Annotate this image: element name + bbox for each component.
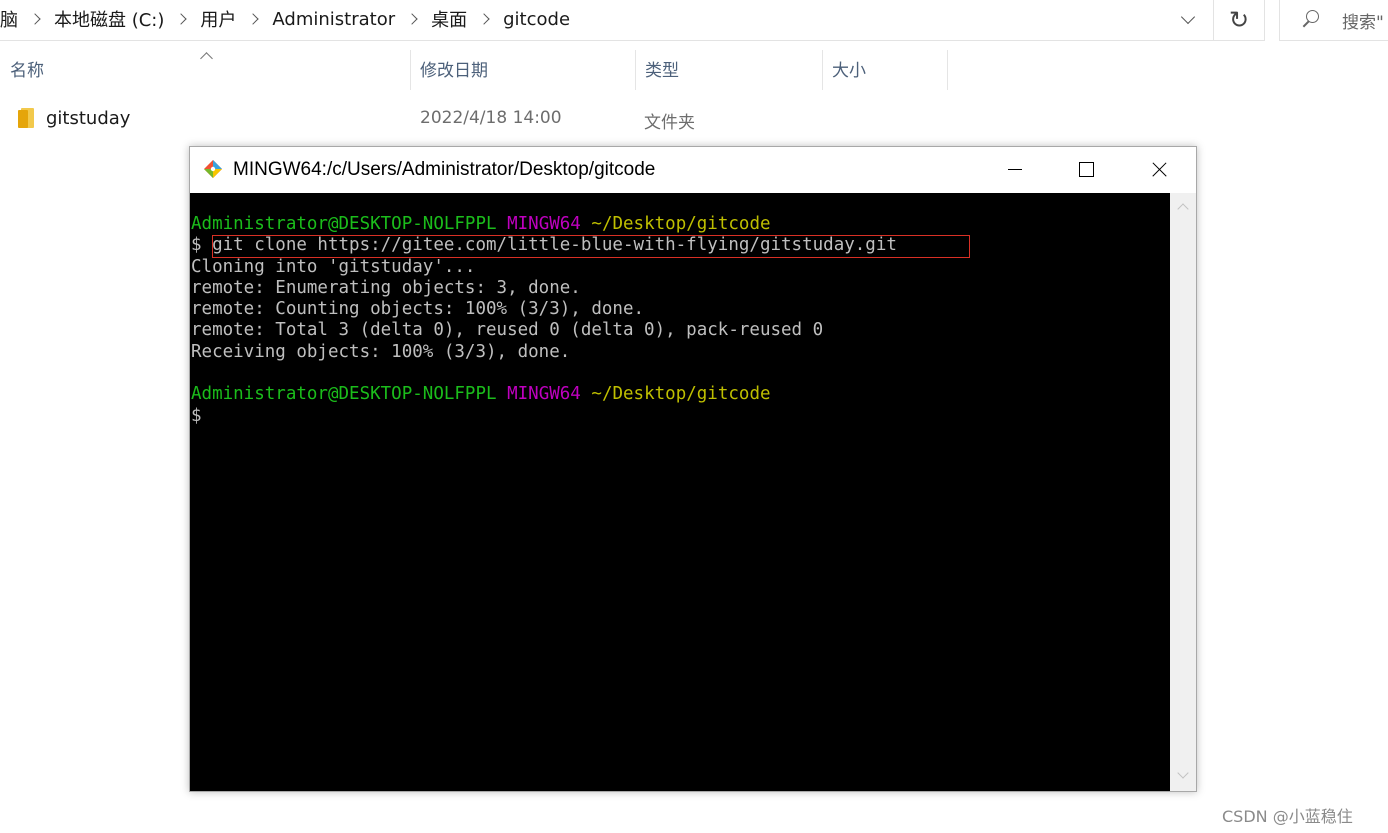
column-header-row: 名称 修改日期 类型 大小 — [0, 42, 960, 90]
chevron-right-icon[interactable] — [478, 13, 490, 25]
output-line: remote: Total 3 (delta 0), reused 0 (del… — [191, 320, 824, 341]
column-header-date[interactable]: 修改日期 — [410, 42, 635, 90]
watermark: CSDN @小蓝稳住 — [1222, 807, 1353, 826]
terminal-window[interactable]: MINGW64:/c/Users/Administrator/Desktop/g… — [189, 146, 1197, 792]
chevron-right-icon[interactable] — [175, 13, 188, 25]
search-icon — [1300, 9, 1322, 31]
scroll-down-icon[interactable] — [1177, 767, 1189, 779]
breadcrumb: 脑 本地磁盘 (C:) 用户 Administrator 桌面 gitcode — [0, 0, 570, 38]
chevron-right-icon[interactable] — [247, 13, 260, 25]
prompt-line: Administrator@DESKTOP-NOLFPPL MINGW64 ~/… — [190, 384, 1170, 405]
search-input[interactable]: 搜索" — [1279, 0, 1388, 41]
command-highlight-box — [212, 235, 970, 258]
prompt-user: Administrator@DESKTOP-NOLFPPL — [191, 214, 497, 234]
maximize-button[interactable] — [1050, 147, 1122, 193]
chevron-right-icon[interactable] — [406, 13, 418, 25]
prompt-path: ~/Desktop/gitcode — [591, 214, 771, 234]
list-item[interactable]: gitstuday 2022/4/18 14:00 文件夹 — [0, 100, 960, 138]
scroll-up-icon[interactable] — [1177, 203, 1189, 215]
column-header-size[interactable]: 大小 — [822, 42, 947, 90]
breadcrumb-item-computer[interactable]: 脑 — [0, 6, 18, 32]
minimize-button[interactable] — [978, 147, 1050, 193]
input-line[interactable]: $ — [190, 406, 1170, 427]
refresh-button[interactable]: ↻ — [1213, 0, 1265, 41]
git-logo-icon — [204, 160, 222, 178]
column-header-type[interactable]: 类型 — [635, 42, 822, 90]
breadcrumb-item-gitcode[interactable]: gitcode — [503, 9, 570, 30]
search-placeholder: 搜索" — [1342, 12, 1384, 33]
output-line: remote: Counting objects: 100% (3/3), do… — [191, 299, 645, 320]
prompt-env: MINGW64 — [507, 214, 581, 234]
file-type: 文件夹 — [644, 113, 695, 133]
output-line: Receiving objects: 100% (3/3), done. — [191, 341, 571, 362]
breadcrumb-item-users[interactable]: 用户 — [200, 6, 236, 32]
file-name: gitstuday — [46, 108, 131, 129]
prompt-line: Administrator@DESKTOP-NOLFPPL MINGW64 ~/… — [190, 214, 1170, 235]
column-header-name[interactable]: 名称 — [0, 42, 410, 90]
minimize-icon — [1008, 169, 1022, 170]
chevron-right-icon[interactable] — [29, 13, 41, 25]
prompt-path: ~/Desktop/gitcode — [591, 384, 771, 405]
refresh-icon: ↻ — [1228, 6, 1250, 34]
prompt-user: Administrator@DESKTOP-NOLFPPL — [191, 384, 497, 405]
breadcrumb-item-drive-c[interactable]: 本地磁盘 (C:) — [54, 6, 164, 32]
folder-icon — [18, 108, 34, 128]
address-bar[interactable]: 脑 本地磁盘 (C:) 用户 Administrator 桌面 gitcode — [0, 0, 1214, 41]
output-line: Cloning into 'gitstuday'... — [191, 256, 476, 277]
breadcrumb-item-administrator[interactable]: Administrator — [272, 9, 395, 30]
terminal-output[interactable]: Administrator@DESKTOP-NOLFPPL MINGW64 ~/… — [190, 193, 1170, 791]
maximize-icon — [1079, 162, 1094, 177]
prompt-env: MINGW64 — [507, 384, 581, 405]
close-button[interactable] — [1122, 147, 1194, 193]
breadcrumb-item-desktop[interactable]: 桌面 — [431, 6, 467, 32]
chevron-down-icon[interactable] — [1180, 9, 1196, 25]
vertical-scrollbar[interactable] — [1170, 193, 1196, 791]
column-divider[interactable] — [947, 50, 948, 90]
output-line: remote: Enumerating objects: 3, done. — [191, 277, 581, 298]
terminal-titlebar[interactable]: MINGW64:/c/Users/Administrator/Desktop/g… — [190, 147, 1196, 193]
window-title: MINGW64:/c/Users/Administrator/Desktop/g… — [233, 159, 656, 180]
file-modified-date: 2022/4/18 14:00 — [420, 108, 562, 128]
